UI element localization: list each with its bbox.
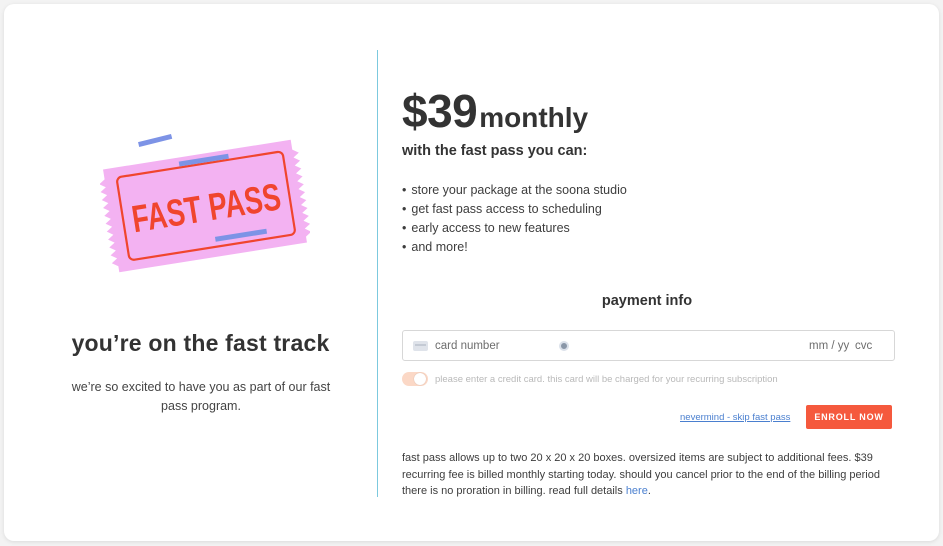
toggle-knob [414,373,426,385]
full-details-link[interactable]: here [626,485,648,497]
credit-card-icon [413,340,428,351]
expiry-field[interactable]: mm / yy [809,340,849,352]
consent-text: please enter a credit card. this card wi… [435,373,778,385]
bullet: • [402,183,407,197]
fast-pass-intro-panel: FAST PASS you’re on the fast track we’re… [4,4,377,541]
recurring-consent-row: please enter a credit card. this card wi… [402,372,778,386]
fast-pass-card: FAST PASS you’re on the fast track we’re… [4,4,939,541]
price-heading: $39 monthly [402,84,588,138]
intro-title: you’re on the fast track [71,330,330,356]
intro-subtitle: we’re so excited to have you as part of … [71,380,331,413]
benefit-item: • store your package at the soona studio [402,181,627,200]
card-number-field[interactable]: card number [435,340,500,352]
credit-card-input[interactable]: card number mm / yy cvc [402,330,895,361]
enroll-now-button[interactable]: ENROLL NOW [806,405,892,429]
benefit-text: early access to new features [411,221,570,235]
cvc-field[interactable]: cvc [855,340,872,352]
bullet: • [402,240,407,254]
recurring-charge-toggle[interactable] [402,372,428,386]
price-period: monthly [479,102,589,133]
benefit-text: store your package at the soona studio [411,183,627,197]
benefits-heading: with the fast pass you can: [402,143,588,159]
fine-print-end: . [647,485,651,497]
benefit-item: • and more! [402,238,627,257]
benefit-item: • early access to new features [402,219,627,238]
bullet: • [402,202,407,216]
benefits-list: • store your package at the soona studio … [402,181,627,257]
fast-pass-ticket-illustration: FAST PASS [99,124,312,286]
autofill-icon[interactable] [559,341,569,351]
panel-divider [377,50,378,497]
fine-print: fast pass allows up to two 20 x 20 x 20 … [402,450,890,500]
bullet: • [402,221,407,235]
benefit-item: • get fast pass access to scheduling [402,200,627,219]
benefit-text: and more! [411,240,468,254]
price-amount: $39 [402,85,478,137]
skip-fast-pass-link[interactable]: nevermind - skip fast pass [680,412,790,423]
payment-info-title: payment info [601,293,693,309]
benefit-text: get fast pass access to scheduling [411,202,602,216]
